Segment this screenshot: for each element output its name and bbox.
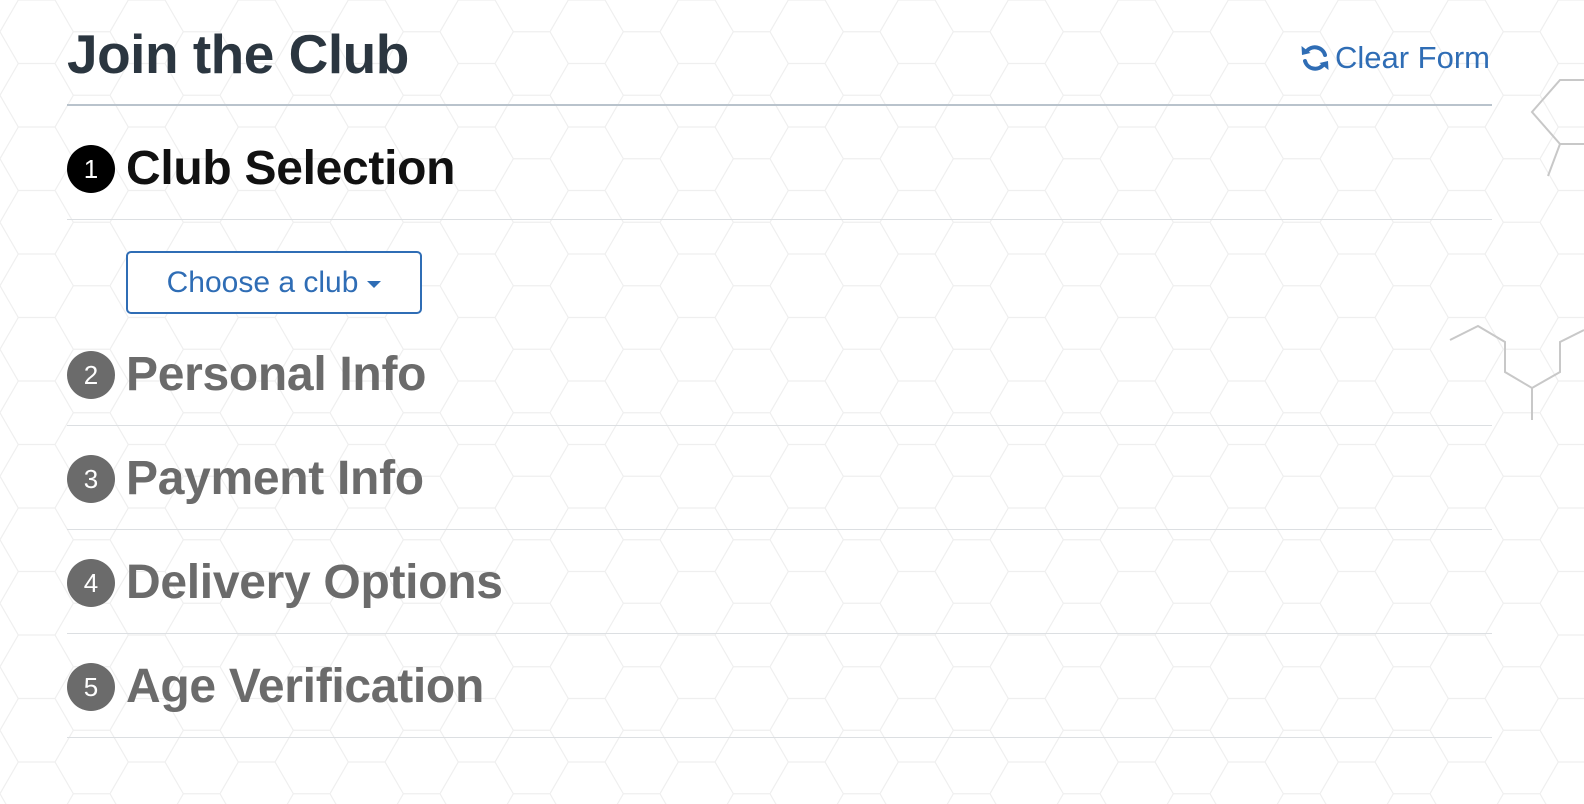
step-number-badge: 5: [67, 663, 115, 711]
step-personal-info-header[interactable]: 2 Personal Info: [67, 347, 426, 403]
club-selection-panel: Choose a club: [67, 220, 1492, 322]
join-club-form: Join the Club Clear Form 1 Club Selectio…: [67, 0, 1492, 738]
step-age-verification-header[interactable]: 5 Age Verification: [67, 659, 484, 715]
refresh-icon: [1301, 45, 1329, 71]
step-title: Payment Info: [126, 452, 424, 505]
step-payment-info-header[interactable]: 3 Payment Info: [67, 451, 424, 507]
step-club-selection: 1 Club Selection: [67, 106, 1492, 220]
clear-form-link[interactable]: Clear Form: [1299, 38, 1490, 78]
choose-club-dropdown[interactable]: Choose a club: [126, 251, 422, 314]
step-title: Club Selection: [126, 142, 456, 195]
clear-form-label: Clear Form: [1334, 40, 1490, 75]
step-delivery-options: 4 Delivery Options: [67, 530, 1492, 634]
step-title: Delivery Options: [126, 556, 503, 609]
step-payment-info: 3 Payment Info: [67, 426, 1492, 530]
step-title: Personal Info: [126, 348, 427, 401]
step-number-badge: 3: [67, 455, 115, 503]
page: Join the Club Clear Form 1 Club Selectio…: [0, 0, 1584, 804]
step-title: Age Verification: [126, 660, 484, 713]
step-number-badge: 2: [67, 351, 115, 399]
step-personal-info: 2 Personal Info: [67, 322, 1492, 426]
step-number-badge: 4: [67, 559, 115, 607]
page-title: Join the Club: [67, 23, 409, 85]
step-club-selection-header[interactable]: 1 Club Selection: [67, 141, 455, 197]
choose-club-label: Choose a club: [166, 265, 359, 299]
form-header: Join the Club Clear Form: [67, 0, 1492, 106]
step-delivery-options-header[interactable]: 4 Delivery Options: [67, 555, 503, 611]
step-number-badge: 1: [67, 145, 115, 193]
caret-down-icon: [367, 281, 382, 288]
step-age-verification: 5 Age Verification: [67, 634, 1492, 738]
